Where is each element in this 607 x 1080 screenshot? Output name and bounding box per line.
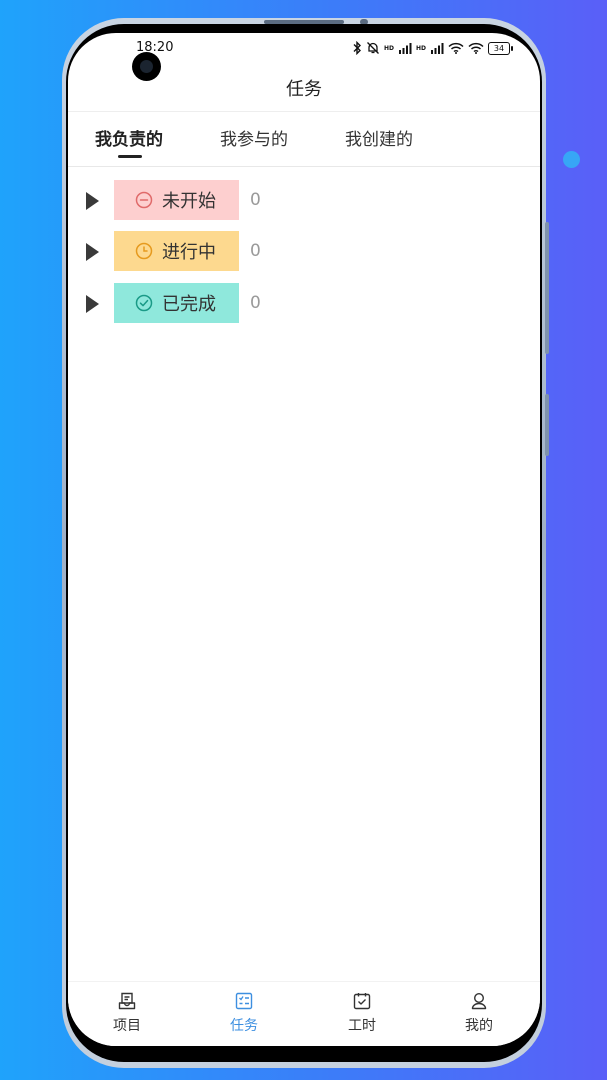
- battery-icon: 34: [488, 41, 513, 55]
- hd-label: HD: [383, 44, 394, 52]
- power-button: [545, 394, 549, 456]
- project-icon: [118, 992, 136, 1010]
- group-count: 0: [250, 190, 261, 210]
- signal-icon: [431, 43, 444, 54]
- nav-item-timesheet[interactable]: 工时: [332, 991, 392, 1035]
- task-tabs: 我负责的 我参与的 我创建的: [68, 113, 540, 167]
- signal-icon: [398, 43, 412, 54]
- status-chip: 进行中: [114, 231, 239, 271]
- nav-label: 工时: [348, 1018, 376, 1034]
- bottom-nav: 项目 任务 工时 我的: [68, 981, 540, 1046]
- bluetooth-icon: [353, 41, 361, 55]
- camera-lens: [140, 60, 153, 73]
- divider: [68, 111, 540, 112]
- hd-label: HD: [415, 44, 426, 52]
- divider: [68, 166, 540, 167]
- volume-button: [545, 222, 549, 354]
- status-chip-label: 已完成: [162, 294, 216, 315]
- expand-arrow-icon[interactable]: [86, 295, 99, 313]
- clock-icon: [135, 242, 153, 260]
- nav-label: 我的: [465, 1018, 493, 1034]
- expand-arrow-icon[interactable]: [86, 192, 99, 210]
- page-title: 任务: [286, 79, 322, 100]
- expand-arrow-icon[interactable]: [86, 243, 99, 261]
- status-chip-label: 未开始: [162, 191, 216, 212]
- group-count: 0: [250, 241, 261, 261]
- nav-label: 项目: [113, 1018, 141, 1034]
- profile-icon: [471, 992, 487, 1010]
- bell-muted-icon: [367, 42, 379, 54]
- check-circle-icon: [135, 294, 153, 312]
- status-chip-label: 进行中: [162, 242, 216, 263]
- status-chip: 未开始: [114, 180, 239, 220]
- tab-participating[interactable]: 我参与的: [220, 125, 288, 150]
- group-in-progress[interactable]: 进行中 0: [68, 231, 540, 271]
- nav-label: 任务: [230, 1018, 258, 1034]
- group-count: 0: [250, 293, 261, 313]
- nav-item-mine[interactable]: 我的: [449, 991, 509, 1035]
- wifi-icon: [448, 42, 464, 54]
- wifi-icon: [468, 42, 484, 54]
- minus-circle-icon: [135, 191, 153, 209]
- task-icon: [235, 992, 253, 1010]
- app-screen: 18:20 HD HD 34 任务 我负责的 我参与的 我创建的 未开始 0 进…: [68, 33, 540, 1046]
- active-tab-indicator: [118, 155, 142, 158]
- status-icons: HD HD 34: [352, 40, 513, 56]
- status-chip: 已完成: [114, 283, 239, 323]
- timesheet-icon: [353, 993, 371, 1010]
- tab-responsible[interactable]: 我负责的: [95, 125, 163, 150]
- group-not-started[interactable]: 未开始 0: [68, 180, 540, 220]
- nav-item-project[interactable]: 项目: [97, 991, 157, 1035]
- group-completed[interactable]: 已完成 0: [68, 283, 540, 323]
- side-decoration-dot: [563, 151, 580, 168]
- tab-created[interactable]: 我创建的: [345, 125, 413, 150]
- nav-item-task[interactable]: 任务: [214, 991, 274, 1035]
